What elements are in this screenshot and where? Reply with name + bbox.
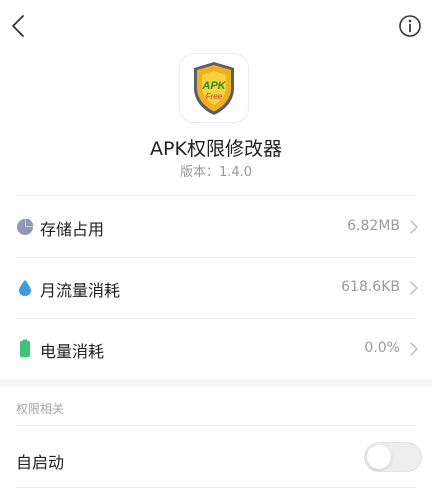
app-icon: APK Free [180, 54, 248, 122]
row-label: 电量消耗 [40, 342, 105, 361]
autostart-toggle[interactable] [364, 442, 422, 472]
section-separator [0, 379, 432, 387]
autostart-label: 自启动 [16, 453, 65, 472]
app-name: APK权限修改器 [150, 138, 282, 160]
row-value: 618.6KB [341, 279, 400, 295]
row-data-usage[interactable]: 月流量消耗 618.6KB [0, 258, 432, 318]
row-battery[interactable]: 电量消耗 0.0% [0, 319, 432, 379]
row-label: 存储占用 [40, 220, 105, 239]
top-bar [0, 0, 432, 52]
chevron-right-icon [410, 281, 418, 295]
row-label: 月流量消耗 [40, 281, 121, 300]
icon-text-top: APK [201, 80, 226, 92]
section-title: 权限相关 [16, 402, 65, 416]
chevron-right-icon [410, 220, 418, 234]
toggle-knob [367, 445, 391, 469]
divider [16, 425, 416, 426]
chevron-right-icon [410, 342, 418, 356]
shield-icon: APK Free [194, 62, 234, 115]
pie-chart-icon [17, 218, 34, 235]
row-value: 0.0% [364, 340, 400, 356]
row-value: 6.82MB [347, 218, 400, 234]
divider [16, 195, 416, 196]
chevron-left-icon[interactable] [6, 12, 34, 40]
icon-text-bottom: Free [206, 92, 223, 101]
row-storage[interactable]: 存储占用 6.82MB [0, 197, 432, 257]
water-drop-icon [19, 280, 31, 296]
info-icon[interactable] [396, 12, 424, 40]
battery-icon [20, 339, 30, 357]
app-version: 版本：1.4.0 [179, 165, 253, 180]
divider [16, 487, 416, 488]
